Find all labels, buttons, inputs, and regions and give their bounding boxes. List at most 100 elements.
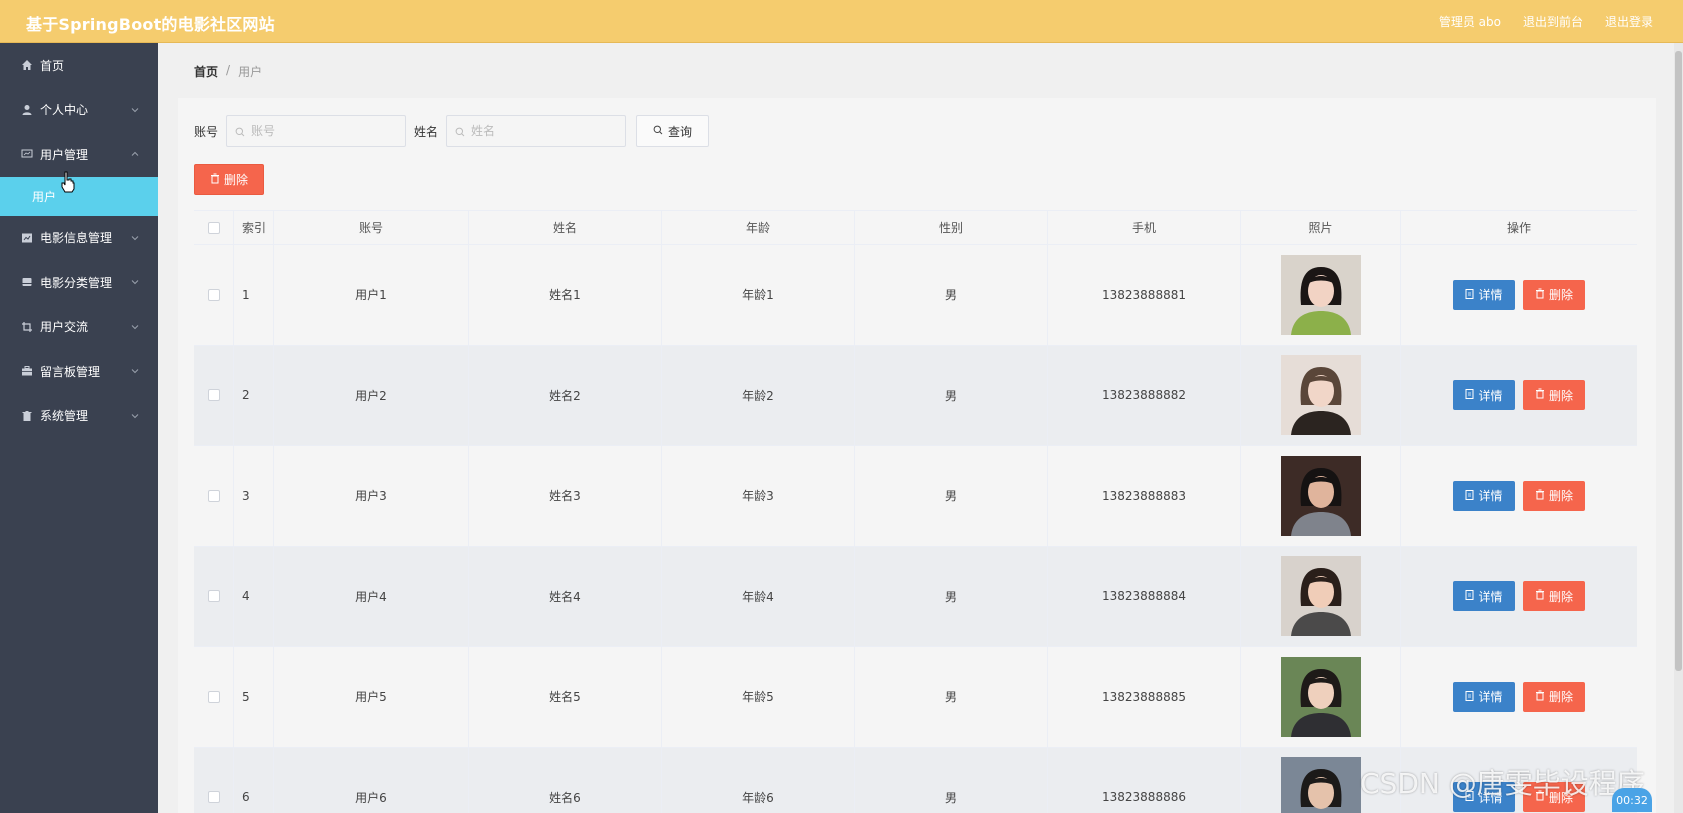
cell-index: 5 (234, 647, 274, 747)
detail-button[interactable]: 详情 (1453, 380, 1515, 411)
batch-delete-button[interactable]: 删除 (194, 164, 264, 195)
content-card: 账号 姓名 查询 删除 索引 账号 姓名 (178, 98, 1656, 813)
admin-user-link[interactable]: 管理员 abo (1439, 13, 1501, 30)
cell-sex: 男 (855, 446, 1048, 546)
sidebar-item-label: 留言板管理 (40, 364, 101, 379)
cell-photo (1241, 446, 1401, 546)
sidebar-item-label: 电影分类管理 (40, 275, 113, 290)
detail-button-label: 详情 (1478, 690, 1503, 705)
row-checkbox[interactable] (207, 389, 220, 402)
top-header: 基于SpringBoot的电影社区网站 管理员 abo 退出到前台 退出登录 (0, 0, 1683, 43)
cell-sex: 男 (855, 747, 1048, 813)
document-icon (1465, 388, 1474, 402)
row-checkbox-cell (194, 546, 234, 646)
trash-icon (1535, 589, 1545, 603)
trash-icon (20, 409, 34, 423)
cell-age: 年龄4 (662, 546, 855, 646)
chevron-down-icon (130, 410, 140, 420)
delete-button[interactable]: 删除 (1523, 380, 1585, 411)
sidebar-item-message-board[interactable]: 留言板管理 (0, 349, 158, 394)
cell-index: 3 (234, 446, 274, 546)
sidebar-item-label: 用户管理 (40, 147, 89, 162)
cell-actions: 详情 删除 (1401, 446, 1637, 546)
cell-account: 用户5 (274, 647, 469, 747)
document-icon (1465, 690, 1474, 704)
name-search-input[interactable] (471, 124, 612, 138)
chevron-down-icon (130, 276, 140, 286)
account-search-input[interactable] (251, 124, 392, 138)
breadcrumb: 首页 / 用户 (194, 63, 262, 80)
cell-name: 姓名1 (469, 245, 662, 345)
cell-photo (1241, 546, 1401, 646)
delete-button-label: 删除 (1548, 288, 1573, 303)
user-photo (1280, 254, 1361, 335)
query-button-label: 查询 (668, 124, 693, 139)
trash-icon (1535, 489, 1545, 503)
cell-name: 姓名6 (469, 747, 662, 813)
header-actions: 操作 (1506, 221, 1531, 235)
sidebar-item-system[interactable]: 系统管理 (0, 394, 158, 439)
detail-button[interactable]: 详情 (1453, 279, 1515, 310)
detail-button[interactable]: 详情 (1453, 681, 1515, 712)
logout-link[interactable]: 退出登录 (1605, 13, 1653, 30)
search-icon (455, 126, 465, 137)
delete-button[interactable]: 删除 (1523, 681, 1585, 712)
delete-button[interactable]: 删除 (1523, 480, 1585, 511)
chevron-up-icon (130, 148, 140, 158)
delete-button[interactable]: 删除 (1523, 279, 1585, 310)
sidebar-item-label: 用户交流 (40, 320, 89, 335)
monitor-icon (20, 147, 34, 161)
row-checkbox-cell (194, 446, 234, 546)
delete-button[interactable]: 删除 (1523, 581, 1585, 612)
detail-button[interactable]: 详情 (1453, 480, 1515, 511)
header-account: 账号 (274, 211, 469, 244)
main-content: 首页 / 用户 账号 姓名 查询 删除 (158, 43, 1683, 813)
row-checkbox[interactable] (207, 590, 220, 603)
sidebar: 首页 个人中心 用户管理 用户 电影信息管理 电影分类管理 用户交流 留言板管理… (0, 43, 158, 813)
cell-phone: 13823888885 (1048, 647, 1241, 747)
row-checkbox-cell (194, 747, 234, 813)
vertical-scrollbar[interactable] (1674, 43, 1683, 813)
csdn-watermark: CSDN @唐雯毕设程序 (1360, 767, 1645, 800)
breadcrumb-home[interactable]: 首页 (194, 63, 218, 80)
row-checkbox[interactable] (207, 791, 220, 804)
row-checkbox[interactable] (207, 288, 220, 301)
table-row: 1 用户1 姓名1 年龄1 男 13823888881 详情 删除 (194, 245, 1637, 346)
row-checkbox[interactable] (207, 690, 220, 703)
cell-photo (1241, 245, 1401, 345)
sidebar-item-label: 系统管理 (40, 409, 89, 424)
cell-index: 2 (234, 345, 274, 445)
sidebar-item-user-management[interactable]: 用户管理 (0, 132, 158, 177)
scrollbar-thumb[interactable] (1675, 51, 1682, 671)
chevron-down-icon (130, 365, 140, 375)
table-row: 2 用户2 姓名2 年龄2 男 13823888882 详情 删除 (194, 345, 1637, 446)
sidebar-item-home[interactable]: 首页 (0, 43, 158, 88)
sidebar-item-movie-category[interactable]: 电影分类管理 (0, 260, 158, 305)
sidebar-item-profile[interactable]: 个人中心 (0, 88, 158, 133)
sidebar-item-label: 电影信息管理 (40, 231, 113, 246)
cell-sex: 男 (855, 546, 1048, 646)
detail-button-label: 详情 (1478, 388, 1503, 403)
row-checkbox[interactable] (207, 489, 220, 502)
header-photo: 照片 (1241, 211, 1401, 244)
sidebar-item-user-exchange[interactable]: 用户交流 (0, 305, 158, 350)
exit-to-frontend-link[interactable]: 退出到前台 (1523, 13, 1583, 30)
user-photo (1280, 757, 1361, 813)
user-table: 索引 账号 姓名 年龄 性别 手机 照片 操作 1 用户1 姓名1 年龄1 男 … (194, 210, 1637, 813)
cell-actions: 详情 删除 (1401, 547, 1637, 647)
query-button[interactable]: 查询 (636, 115, 710, 147)
header-name: 姓名 (469, 211, 662, 244)
cell-index: 6 (234, 747, 274, 813)
cell-age: 年龄6 (662, 747, 855, 813)
home-icon (20, 58, 34, 72)
row-checkbox-cell (194, 345, 234, 445)
select-all-checkbox[interactable] (207, 221, 220, 234)
batch-delete-label: 删除 (223, 173, 248, 187)
detail-button-label: 详情 (1478, 288, 1503, 303)
chevron-down-icon (130, 321, 140, 331)
detail-button[interactable]: 详情 (1453, 581, 1515, 612)
sidebar-subitem-users[interactable]: 用户 (0, 176, 158, 216)
folder-icon (20, 275, 34, 289)
cell-age: 年龄3 (662, 446, 855, 546)
sidebar-item-movie-info[interactable]: 电影信息管理 (0, 216, 158, 261)
